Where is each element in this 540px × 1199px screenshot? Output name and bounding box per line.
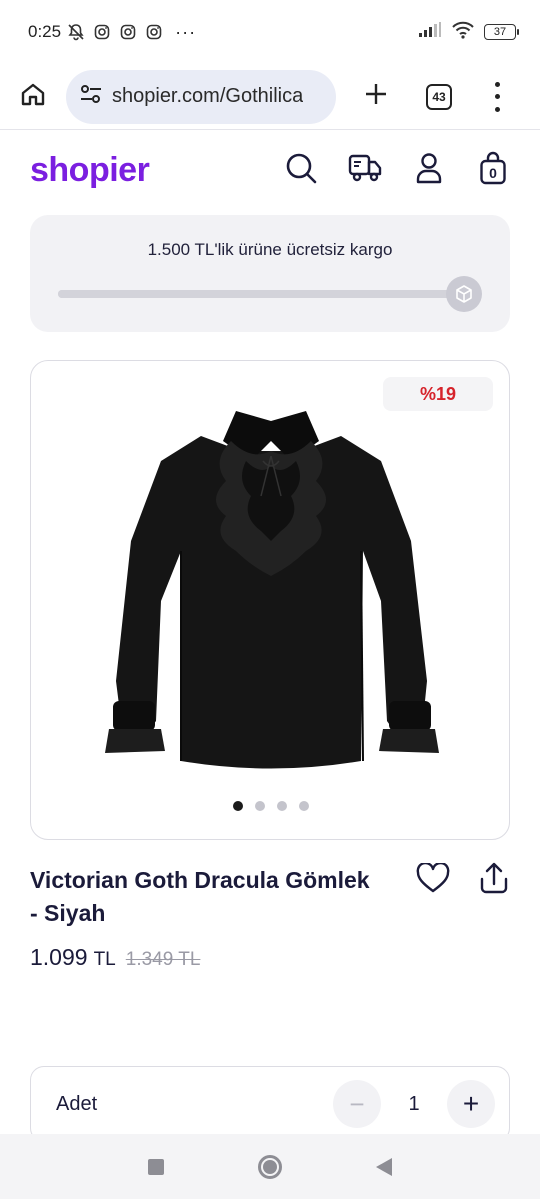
status-notification-icons: ···	[67, 22, 196, 43]
share-icon	[479, 862, 509, 899]
battery-icon: 37	[484, 24, 519, 40]
search-icon	[285, 152, 317, 189]
product-title: Victorian Goth Dracula Gömlek - Siyah	[30, 867, 370, 926]
new-tab-button[interactable]	[358, 79, 394, 115]
more-vert-icon	[494, 81, 500, 87]
back-icon[interactable]	[376, 1157, 392, 1176]
more-notifications-icon: ···	[175, 21, 197, 42]
pagination-dot[interactable]	[299, 801, 309, 811]
home-button[interactable]	[14, 78, 52, 116]
free-shipping-progress-fill	[58, 290, 478, 298]
status-bar: 0:25 ··· 37	[0, 0, 540, 64]
free-shipping-banner: 1.500 TL'lik ürüne ücretsiz kargo	[30, 215, 510, 332]
system-navigation-bar	[0, 1134, 540, 1199]
home-nav-icon[interactable]	[258, 1154, 282, 1179]
header-actions: 0	[284, 151, 510, 189]
old-price: 1.349 TL	[125, 949, 201, 970]
user-icon	[415, 152, 443, 189]
pagination-dot[interactable]	[233, 801, 243, 811]
price-row: 1.099 TL 1.349 TL	[30, 944, 200, 971]
site-header: shopier 0	[0, 130, 540, 210]
wifi-icon	[452, 21, 474, 44]
package-icon	[446, 276, 482, 312]
image-pagination	[31, 801, 509, 811]
heart-icon	[416, 861, 450, 898]
product-image[interactable]	[101, 401, 441, 781]
instagram-icon	[119, 23, 137, 41]
bell-off-icon	[67, 23, 85, 41]
search-button[interactable]	[284, 153, 318, 187]
pagination-dot[interactable]	[255, 801, 265, 811]
url-text: shopier.com/Gothilica	[112, 85, 304, 107]
status-time: 0:25	[28, 22, 62, 41]
product-gallery[interactable]: %19	[30, 360, 510, 840]
cart-count: 0	[489, 165, 497, 181]
quantity-label: Adet	[56, 1092, 98, 1115]
current-price: 1.099	[30, 944, 88, 970]
quantity-value: 1	[408, 1092, 420, 1115]
cart-button[interactable]: 0	[476, 151, 510, 187]
quantity-selector: Adet − 1 +	[30, 1066, 510, 1142]
tab-count: 43	[432, 89, 446, 104]
signal-icon	[418, 21, 442, 43]
instagram-icon	[145, 23, 163, 41]
free-shipping-message: 1.500 TL'lik ürüne ücretsiz kargo	[147, 240, 393, 259]
instagram-icon	[93, 23, 111, 41]
home-icon	[20, 81, 46, 112]
browser-menu-button[interactable]	[492, 81, 502, 112]
favorite-button[interactable]	[415, 861, 451, 898]
recent-apps-icon[interactable]	[148, 1158, 164, 1175]
address-bar[interactable]: shopier.com/Gothilica	[66, 69, 336, 124]
quantity-stepper: − 1 +	[333, 1080, 495, 1128]
browser-toolbar: shopier.com/Gothilica 43	[0, 64, 540, 130]
plus-icon	[364, 82, 388, 111]
pagination-dot[interactable]	[277, 801, 287, 811]
current-price-currency: TL	[93, 949, 116, 970]
site-settings-icon[interactable]	[80, 84, 102, 109]
battery-level: 37	[493, 26, 507, 38]
decrease-quantity-button[interactable]: −	[333, 1080, 381, 1128]
shopier-logo[interactable]: shopier	[30, 151, 150, 190]
shipping-tracking-button[interactable]	[348, 153, 382, 187]
free-shipping-progress	[58, 290, 478, 298]
status-system-icons: 37	[418, 21, 519, 44]
increase-quantity-button[interactable]: +	[447, 1080, 495, 1128]
tabs-button[interactable]: 43	[426, 83, 452, 110]
account-button[interactable]	[412, 152, 446, 189]
truck-icon	[348, 153, 382, 188]
share-button[interactable]	[476, 862, 512, 898]
